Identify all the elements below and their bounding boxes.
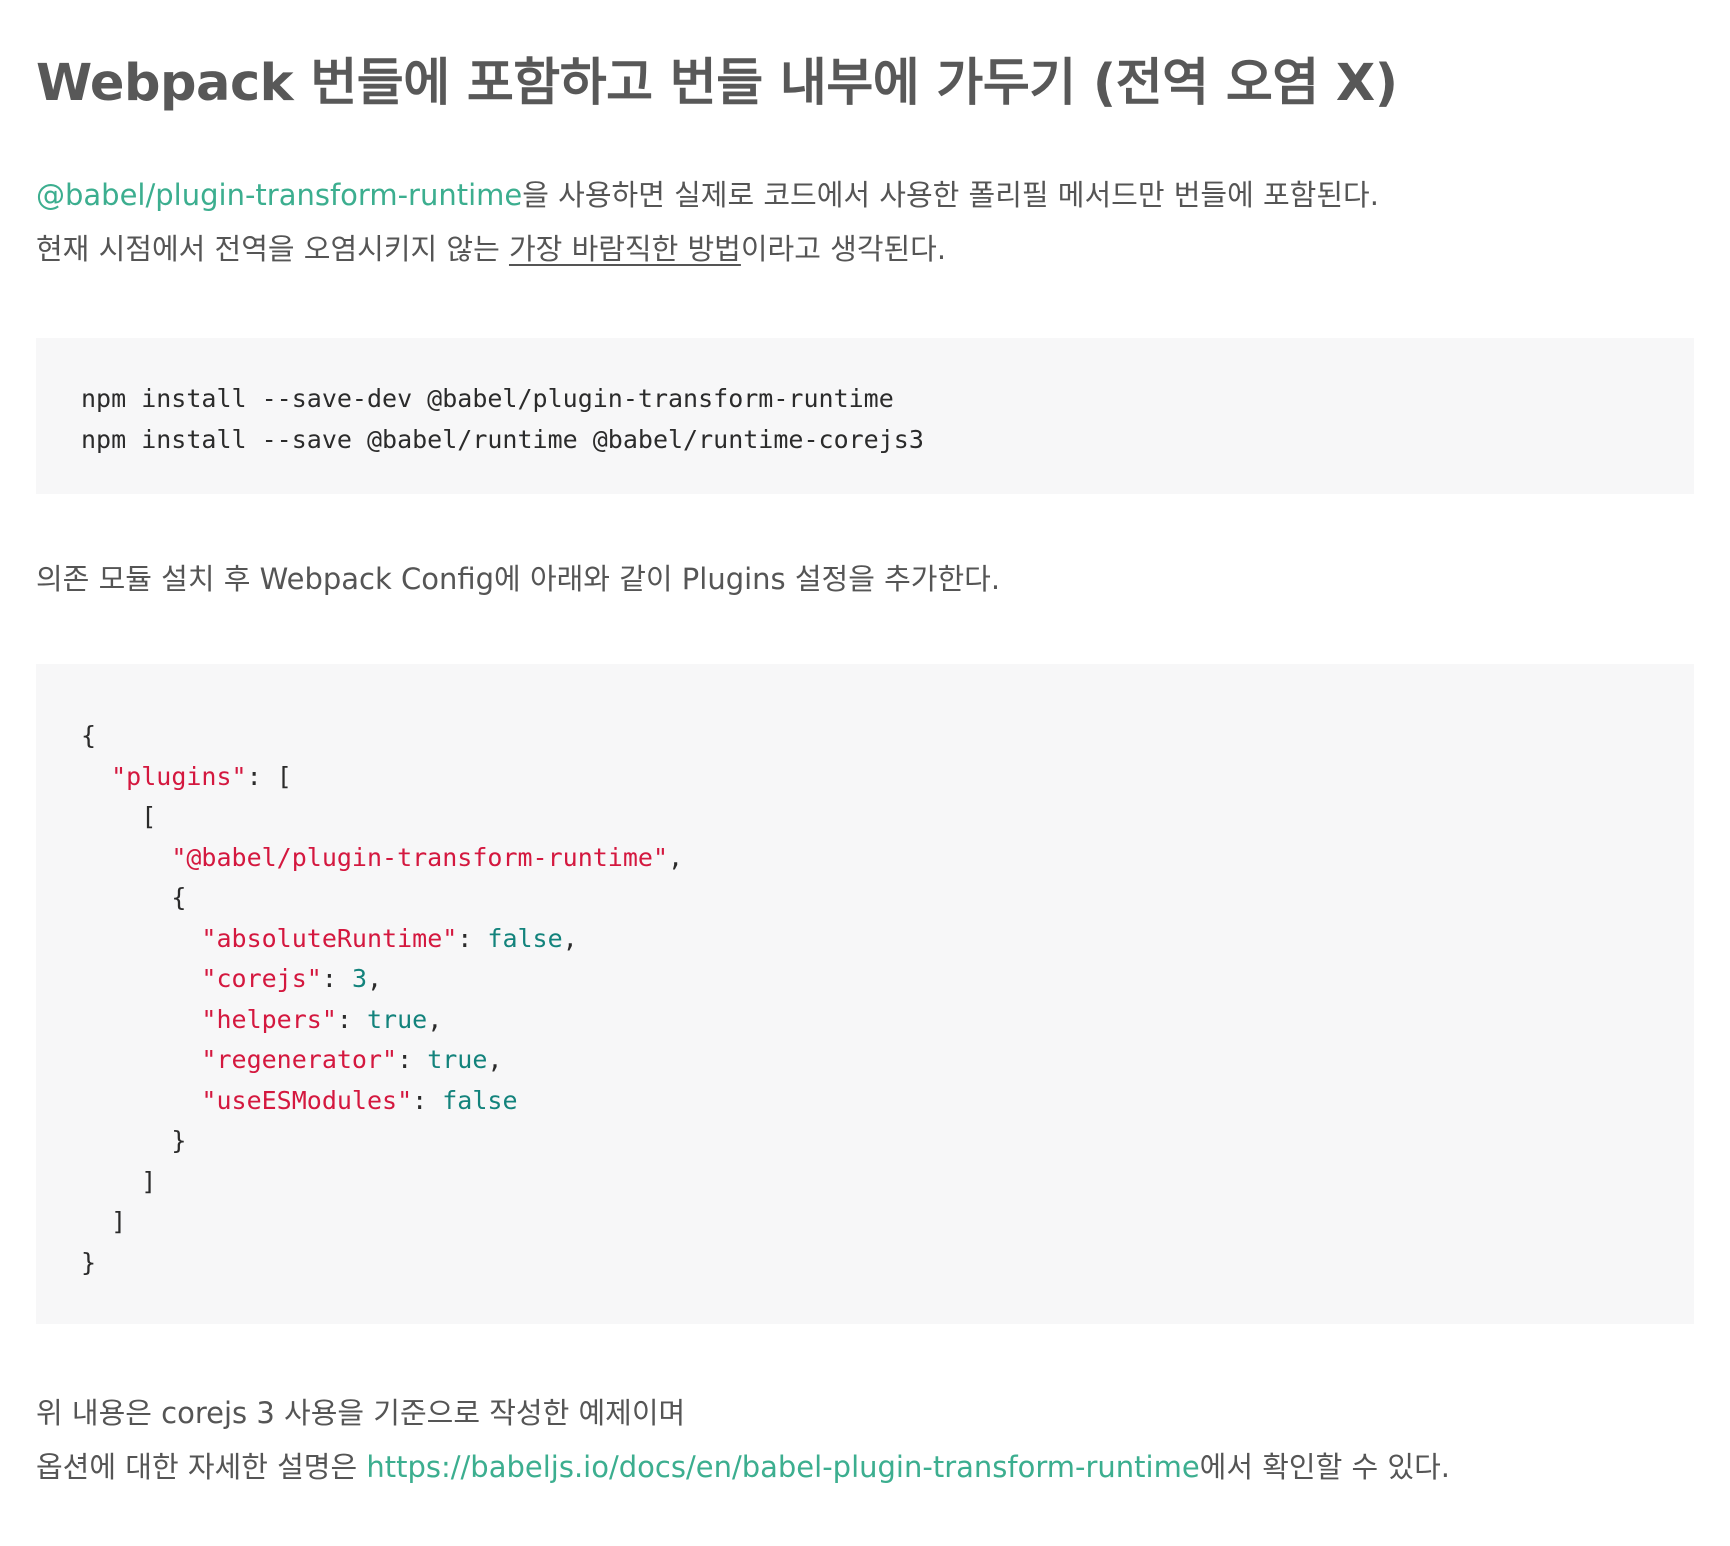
code-line: "helpers": true, [81, 1000, 1649, 1041]
code-plugin-name: "@babel/plugin-transform-runtime" [171, 842, 669, 872]
babel-docs-link[interactable]: https://babeljs.io/docs/en/babel-plugin-… [366, 1450, 1199, 1484]
intro-line-2-text-after: 이라고 생각된다. [740, 232, 947, 266]
code-line: } [81, 1243, 1649, 1284]
code-options-open: { [171, 883, 187, 912]
install-code-block[interactable]: npm install --save-dev @babel/plugin-tra… [36, 338, 1694, 494]
code-comma: , [668, 842, 684, 872]
intro-line-2: 현재 시점에서 전역을 오염시키지 않는 가장 바람직한 방법이라고 생각된다. [36, 222, 1694, 276]
code-inner-close-bracket: ] [141, 1166, 157, 1196]
intro-line-1-text: 을 사용하면 실제로 코드에서 사용한 폴리필 메서드만 번들에 포함된다. [522, 178, 1379, 212]
outro-line-2-text-after: 에서 확인할 수 있다. [1199, 1450, 1450, 1484]
code-value: true [367, 1004, 428, 1034]
intro-paragraph: @babel/plugin-transform-runtime을 사용하면 실제… [36, 168, 1694, 276]
code-open-brace: { [81, 721, 97, 750]
code-key: "absoluteRuntime" [201, 923, 458, 953]
code-key: "regenerator" [201, 1045, 398, 1074]
outro-line-2: 옵션에 대한 자세한 설명은 https://babeljs.io/docs/e… [36, 1440, 1694, 1494]
code-colon: : [246, 761, 277, 791]
config-code-block[interactable]: { "plugins": [ [ "@babel/plugin-transfor… [36, 664, 1694, 1324]
code-line: ] [81, 1162, 1649, 1203]
code-line: } [81, 1121, 1649, 1162]
code-colon: : [457, 923, 488, 953]
code-line: npm install --save @babel/runtime @babel… [81, 424, 924, 454]
underlined-phrase: 가장 바람직한 방법 [508, 232, 741, 266]
plugin-transform-runtime-link[interactable]: @babel/plugin-transform-runtime [36, 178, 522, 212]
outro-paragraph: 위 내용은 corejs 3 사용을 기준으로 작성한 예제이며 옵션에 대한 … [36, 1386, 1694, 1494]
code-key: "helpers" [201, 1004, 337, 1034]
code-key-plugins: "plugins" [111, 761, 247, 791]
code-line: "regenerator": true, [81, 1040, 1649, 1081]
code-comma: , [427, 1004, 443, 1034]
code-value: false [442, 1085, 518, 1115]
code-line: "@babel/plugin-transform-runtime", [81, 838, 1649, 879]
code-colon: : [336, 1004, 367, 1034]
code-line: npm install --save-dev @babel/plugin-tra… [81, 384, 894, 413]
code-colon: : [321, 964, 352, 993]
code-line: "plugins": [ [81, 757, 1649, 798]
code-close-bracket: ] [111, 1207, 127, 1236]
code-close-brace: } [81, 1247, 97, 1277]
code-line: "corejs": 3, [81, 959, 1649, 1000]
code-key: "corejs" [201, 964, 322, 993]
outro-line-2-text-before: 옵션에 대한 자세한 설명은 [36, 1450, 367, 1484]
code-line: [ [81, 797, 1649, 838]
intro-line-1: @babel/plugin-transform-runtime을 사용하면 실제… [36, 168, 1694, 222]
code-value: 3 [351, 964, 368, 993]
code-comma: , [562, 923, 578, 953]
section-heading: Webpack 번들에 포함하고 번들 내부에 가두기 (전역 오염 X) [36, 54, 1398, 113]
code-line: { [81, 716, 1649, 757]
code-colon: : [397, 1045, 428, 1074]
code-line: "absoluteRuntime": false, [81, 919, 1649, 960]
code-line: "useESModules": false [81, 1081, 1649, 1122]
code-comma: , [487, 1045, 503, 1074]
code-comma: , [367, 964, 383, 993]
article: Webpack 번들에 포함하고 번들 내부에 가두기 (전역 오염 X) @b… [0, 0, 1730, 1546]
intro-line-2-text-before: 현재 시점에서 전역을 오염시키지 않는 [36, 232, 509, 266]
code-value: false [487, 923, 563, 953]
code-value: true [427, 1045, 488, 1074]
code-line: { [81, 878, 1649, 919]
code-open-bracket: [ [276, 761, 292, 791]
code-line: ] [81, 1202, 1649, 1243]
code-colon: : [412, 1085, 443, 1115]
code-options-close: } [171, 1126, 187, 1155]
code-inner-open-bracket: [ [141, 802, 157, 831]
code-key: "useESModules" [201, 1085, 413, 1115]
config-intro-paragraph: 의존 모듈 설치 후 Webpack Config에 아래와 같이 Plugin… [36, 562, 1001, 596]
outro-line-1: 위 내용은 corejs 3 사용을 기준으로 작성한 예제이며 [36, 1396, 686, 1430]
